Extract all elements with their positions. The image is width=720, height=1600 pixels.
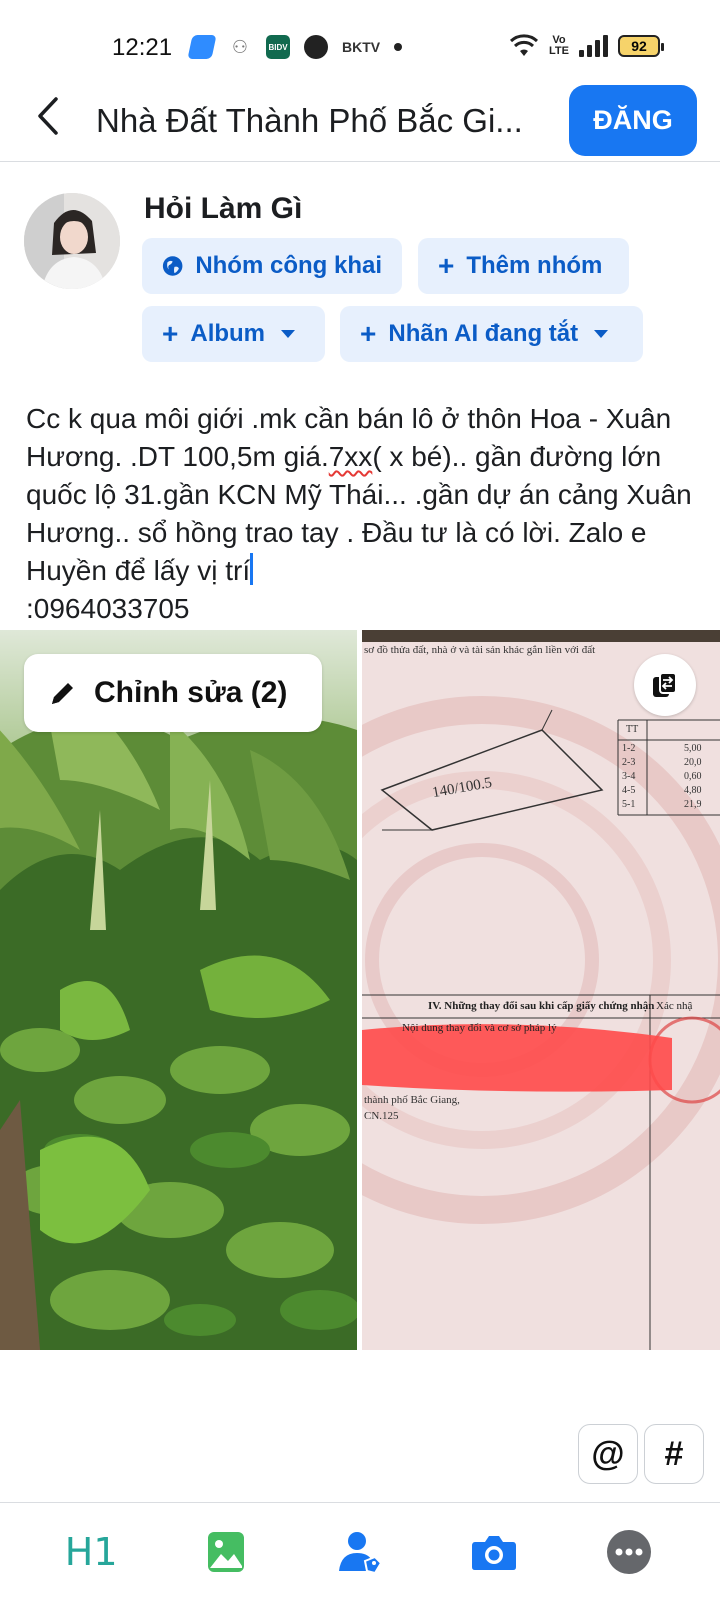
public-group-label: Nhóm công khai [195,252,382,279]
hashtag-button[interactable]: # [644,1424,704,1484]
cert-section-title: IV. Những thay đổi sau khi cấp giấy chứn… [428,1000,655,1012]
wifi-icon [510,34,539,56]
public-group-chip[interactable]: Nhóm công khai [142,238,402,294]
cert-value: 5,00 [684,743,702,754]
cert-column-left: Nội dung thay đổi và cơ sở pháp lý [402,1022,557,1034]
post-text-input[interactable]: Cc k qua môi giới .mk cần bán lô ở thôn … [26,400,698,628]
composer-header: Nhà Đất Thành Phố Bắc Gi... ĐĂNG [0,80,720,162]
add-photo-button[interactable] [196,1522,256,1582]
more-notifications-dot [394,43,403,51]
volte-indicator: Vo LTE [549,35,569,57]
avatar-image [24,193,120,289]
pencil-icon [52,683,73,704]
avatar [24,193,120,289]
add-group-chip[interactable]: + Thêm nhóm [418,238,629,294]
cert-partial-text-1: thành phố Bắc Giang, [364,1094,460,1106]
photo-icon [207,1531,244,1572]
plus-icon: + [360,318,377,349]
cert-table-header: TT [626,724,639,735]
music-app-icon [304,35,328,59]
certificate-image [362,630,720,1350]
cert-row: 5-1 [622,799,636,810]
cert-value: 20,0 [684,757,702,768]
cert-table-values: 5,00 20,0 0,60 4,80 21,9 [684,742,702,812]
more-options-button[interactable] [599,1522,659,1582]
album-label: Album [190,320,266,347]
notification-icons: ⚇ BIDV BKTV [187,35,403,59]
post-text-misspelled: 7xx [328,441,373,472]
plus-icon: + [162,318,179,349]
cert-row: 3-4 [622,771,636,782]
edit-photos-button[interactable]: Chỉnh sửa (2) [24,654,322,732]
bidv-app-icon: BIDV [266,35,290,59]
cert-header-text: sơ đồ thửa đất, nhà ở và tài sản khác gắ… [364,644,596,656]
app-notification-icon [187,35,217,59]
battery-icon: 92 [618,35,664,57]
cert-value: 4,80 [684,785,702,796]
edit-photos-label: Chỉnh sửa (2) [94,676,288,709]
heading-tool-button[interactable]: H1 [61,1522,121,1582]
cert-column-right: Xác nhậ [656,1000,693,1012]
add-group-label: Thêm nhóm [466,252,603,279]
post-text-phone: :0964033705 [26,593,190,624]
camera-icon [472,1535,517,1570]
tag-people-button[interactable] [330,1522,390,1582]
heading-icon: H1 [64,1529,118,1574]
user-name: Hỏi Làm Gì [144,192,303,225]
cert-partial-text-2: CN.125 [364,1110,399,1122]
photo-garden[interactable] [0,630,357,1350]
caret-down-icon [281,330,296,338]
tag-person-icon [338,1531,383,1574]
post-button[interactable]: ĐĂNG [569,85,697,156]
system-icons: Vo LTE 92 [509,34,664,58]
game-controller-icon: ⚇ [231,36,249,57]
photo-certificate[interactable]: sơ đồ thửa đất, nhà ở và tài sản khác gắ… [362,630,720,1350]
mention-button[interactable]: @ [578,1424,638,1484]
cert-table-rows: 1-2 2-3 3-4 4-5 5-1 [622,742,635,812]
swap-icon [653,672,677,697]
album-chip[interactable]: + Album [142,306,325,362]
reorder-photos-button[interactable] [634,654,696,716]
cert-row: 4-5 [622,785,636,796]
group-title: Nhà Đất Thành Phố Bắc Gi... [96,102,523,139]
chevron-left-icon [38,97,58,135]
cert-value: 21,9 [684,799,702,810]
volte-line-2: LTE [549,45,569,57]
caret-down-icon [594,330,609,338]
globe-icon [162,256,183,276]
text-cursor [250,553,254,585]
more-icon [606,1529,651,1574]
status-time: 12:21 [112,34,173,61]
composer-toolbar: H1 [0,1502,720,1600]
camera-button[interactable] [464,1522,524,1582]
cert-row: 2-3 [622,757,636,768]
cert-row: 1-2 [622,743,636,754]
app-text-icon: BKTV [342,39,381,55]
back-button[interactable] [28,94,68,138]
signal-icon [579,35,608,57]
cert-value: 0,60 [684,771,702,782]
garden-image [0,630,357,1350]
ai-label-text: Nhãn AI đang tắt [388,320,579,347]
ai-label-chip[interactable]: + Nhãn AI đang tắt [340,306,643,362]
plus-icon: + [438,250,455,281]
